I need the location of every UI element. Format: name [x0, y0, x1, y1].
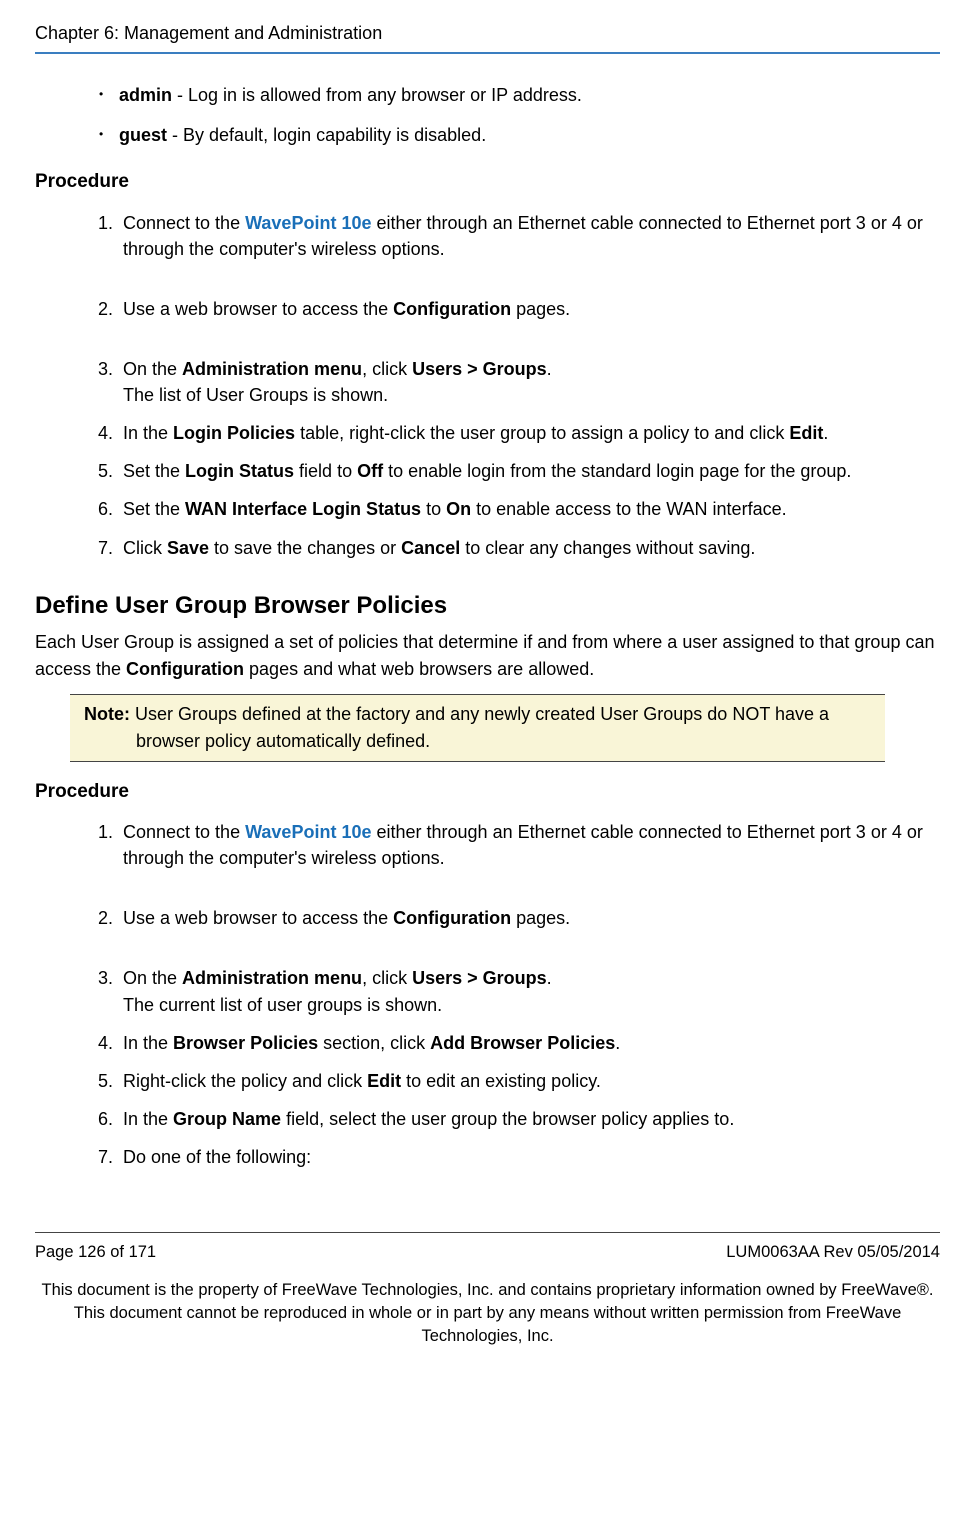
step-bold: Users > Groups [412, 359, 547, 379]
intro-text: pages and what web browsers are allowed. [244, 659, 594, 679]
step-text: section, click [318, 1033, 430, 1053]
step-text: In the [123, 1109, 173, 1129]
step-text: On the [123, 359, 182, 379]
footer-rule [35, 1232, 940, 1233]
admin-text: - Log in is allowed from any browser or … [172, 85, 582, 105]
step-bold: Group Name [173, 1109, 281, 1129]
note-label: Note: [84, 704, 130, 724]
note-box: Note: User Groups defined at the factory… [70, 694, 885, 762]
step-bold: Login Policies [173, 423, 295, 443]
list-item: Do one of the following: [85, 1144, 940, 1170]
step-bold: Users > Groups [412, 968, 547, 988]
step-text: field to [294, 461, 357, 481]
note-bottom-rule [70, 761, 885, 762]
procedure-1-list: Connect to the WavePoint 10e either thro… [85, 210, 940, 561]
step-text: , click [362, 968, 412, 988]
admin-label: admin [119, 85, 172, 105]
step-text: Use a web browser to access the [123, 299, 393, 319]
list-item: Right-click the policy and click Edit to… [85, 1068, 940, 1094]
footer-legal: This document is the property of FreeWav… [35, 1279, 940, 1348]
list-item: In the Group Name field, select the user… [85, 1106, 940, 1132]
section-intro: Each User Group is assigned a set of pol… [35, 629, 940, 681]
step-sub-text: The list of User Groups is shown. [123, 382, 940, 408]
step-text: . [547, 968, 552, 988]
footer-line: Page 126 of 171 LUM0063AA Rev 05/05/2014 [35, 1241, 940, 1265]
step-bold: Add Browser Policies [430, 1033, 615, 1053]
step-text: pages. [511, 908, 570, 928]
step-text: to clear any changes without saving. [460, 538, 755, 558]
step-bold: Administration menu [182, 968, 362, 988]
step-text: In the [123, 1033, 173, 1053]
step-bold: WAN Interface Login Status [185, 499, 421, 519]
intro-bold: Configuration [126, 659, 244, 679]
procedure-heading-2: Procedure [35, 778, 940, 806]
chapter-header: Chapter 6: Management and Administration [35, 20, 940, 46]
wavepoint-link[interactable]: WavePoint 10e [245, 822, 371, 842]
list-item: On the Administration menu, click Users … [85, 356, 940, 408]
document-rev: LUM0063AA Rev 05/05/2014 [726, 1241, 940, 1265]
step-text: Set the [123, 461, 185, 481]
procedure-heading: Procedure [35, 168, 940, 196]
step-text: Set the [123, 499, 185, 519]
step-sub-text: The current list of user groups is shown… [123, 992, 940, 1018]
step-text: table, right-click the user group to ass… [295, 423, 789, 443]
list-item: Use a web browser to access the Configur… [85, 905, 940, 931]
step-bold: Configuration [393, 299, 511, 319]
step-bold: Configuration [393, 908, 511, 928]
header-rule [35, 52, 940, 54]
step-bold: On [446, 499, 471, 519]
list-item: Set the Login Status field to Off to ena… [85, 458, 940, 484]
step-text: to enable login from the standard login … [383, 461, 851, 481]
wavepoint-link[interactable]: WavePoint 10e [245, 213, 371, 233]
step-text: field, select the user group the browser… [281, 1109, 734, 1129]
step-text: Connect to the [123, 822, 245, 842]
guest-label: guest [119, 125, 167, 145]
intro-bullet-list: admin - Log in is allowed from any brows… [95, 82, 940, 148]
list-item: In the Browser Policies section, click A… [85, 1030, 940, 1056]
step-bold: Cancel [401, 538, 460, 558]
step-bold: Browser Policies [173, 1033, 318, 1053]
step-text: to enable access to the WAN interface. [471, 499, 787, 519]
list-item: admin - Log in is allowed from any brows… [95, 82, 940, 108]
step-text: In the [123, 423, 173, 443]
note-text: User Groups defined at the factory and a… [130, 704, 829, 751]
list-item: On the Administration menu, click Users … [85, 965, 940, 1017]
step-text: Click [123, 538, 167, 558]
guest-text: - By default, login capability is disabl… [167, 125, 486, 145]
step-text: . [823, 423, 828, 443]
step-bold: Save [167, 538, 209, 558]
step-text: Right-click the policy and click [123, 1071, 367, 1091]
step-bold: Edit [367, 1071, 401, 1091]
step-text: to [421, 499, 446, 519]
step-text: Use a web browser to access the [123, 908, 393, 928]
step-bold: Administration menu [182, 359, 362, 379]
step-bold: Login Status [185, 461, 294, 481]
list-item: Set the WAN Interface Login Status to On… [85, 496, 940, 522]
step-bold: Edit [789, 423, 823, 443]
step-text: Connect to the [123, 213, 245, 233]
step-text: On the [123, 968, 182, 988]
step-text: pages. [511, 299, 570, 319]
step-text: to edit an existing policy. [401, 1071, 601, 1091]
step-text: Do one of the following: [123, 1147, 311, 1167]
step-text: . [547, 359, 552, 379]
procedure-2-list: Connect to the WavePoint 10e either thro… [85, 819, 940, 1170]
step-text: . [615, 1033, 620, 1053]
section-title: Define User Group Browser Policies [35, 589, 940, 624]
list-item: Connect to the WavePoint 10e either thro… [85, 819, 940, 871]
page-number: Page 126 of 171 [35, 1241, 156, 1265]
list-item: Connect to the WavePoint 10e either thro… [85, 210, 940, 262]
step-text: , click [362, 359, 412, 379]
step-bold: Off [357, 461, 383, 481]
list-item: guest - By default, login capability is … [95, 122, 940, 148]
list-item: Use a web browser to access the Configur… [85, 296, 940, 322]
list-item: Click Save to save the changes or Cancel… [85, 535, 940, 561]
step-text: to save the changes or [209, 538, 401, 558]
list-item: In the Login Policies table, right-click… [85, 420, 940, 446]
